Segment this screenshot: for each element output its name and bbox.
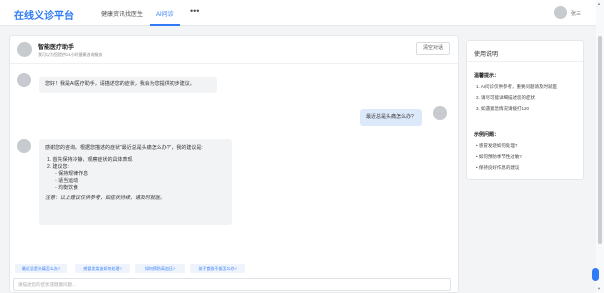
scrollbar-thumb[interactable] bbox=[598, 36, 602, 244]
quick-question-chip[interactable]: 如何预防高血压? bbox=[135, 264, 185, 273]
chat-header: 智能医疗助手 我可以为您提供24小时健康咨询服务 清空对话 bbox=[10, 36, 458, 64]
bot-reply-sublist: ◦ 保持规律作息 ◦ 适当运动 ◦ 均衡饮食 bbox=[45, 171, 226, 192]
bot-reply-message: 感谢您的咨询。根据您描述的症状"最近总是头痛怎么办?"，我的建议是: 1. 首先… bbox=[39, 139, 232, 225]
warm-tips-heading: 温馨提示： bbox=[474, 73, 500, 79]
bot-reply-subitem-text: 保持规律作息 bbox=[58, 171, 89, 177]
assistant-title: 智能医疗助手 bbox=[38, 45, 75, 51]
divider bbox=[467, 61, 583, 62]
user-avatar[interactable] bbox=[554, 6, 567, 19]
assistant-subtitle: 我可以为您提供24小时健康咨询服务 bbox=[38, 52, 103, 57]
bot-reply-subitem-text: 适当运动 bbox=[58, 178, 79, 184]
bot-reply-list: 1. 首先保持冷静，观察症状的具体表现 2. 建议您: bbox=[45, 157, 226, 171]
scroll-down-arrow-icon[interactable]: ▼ bbox=[597, 286, 601, 291]
bot-message-avatar bbox=[17, 139, 31, 153]
user-message-avatar bbox=[433, 106, 447, 120]
nav-item-find-doctor[interactable]: 找医生 bbox=[125, 9, 143, 18]
example-questions-heading: 示例问题： bbox=[474, 132, 500, 138]
example-question-item[interactable]: • 如何预防季节性过敏? bbox=[476, 154, 522, 160]
warm-tip-item: 2. 请尽可能详细描述您的症状 bbox=[476, 95, 536, 100]
bot-reply-subitem: ◦ 适当运动 bbox=[55, 178, 79, 184]
quick-question-chip[interactable]: 最近总是头痛怎么办? bbox=[15, 264, 67, 273]
scroll-up-arrow-icon[interactable]: ▲ bbox=[597, 1, 601, 6]
warm-tip-item: 1. AI问诊仅供参考，重要问题请及时就医 bbox=[476, 84, 558, 89]
bot-greeting-text: 您好！我是AI医疗助手，请描述您的症状，我会为您提供初步建议。 bbox=[45, 81, 195, 87]
quick-question-chip[interactable]: 孩子食欲不振怎么办? bbox=[190, 264, 245, 273]
bot-message-avatar bbox=[17, 73, 31, 87]
nav-item-health-news[interactable]: 健康资讯 bbox=[101, 9, 125, 18]
example-question-text: 保持良好作息的建议 bbox=[478, 165, 520, 170]
example-question-text: 感冒发烧如何处理? bbox=[478, 143, 518, 148]
more-menu-icon[interactable]: ••• bbox=[190, 6, 199, 16]
assistant-avatar bbox=[17, 42, 32, 57]
usage-guide-title: 使用说明 bbox=[474, 52, 499, 58]
bot-reply-subitem-text: 均衡饮食 bbox=[58, 185, 79, 191]
quick-question-chip[interactable]: 感冒发烧该如何处理? bbox=[75, 264, 130, 273]
bot-reply-subitem: ◦ 均衡饮食 bbox=[55, 185, 79, 191]
clear-chat-button[interactable]: 清空对话 bbox=[416, 42, 450, 55]
example-question-item[interactable]: • 感冒发烧如何处理? bbox=[476, 143, 517, 149]
brand-logo[interactable]: 在线义诊平台 bbox=[14, 7, 74, 22]
bot-greeting-message: 您好！我是AI医疗助手，请描述您的症状，我会为您提供初步建议。 bbox=[39, 77, 217, 93]
example-question-item[interactable]: • 保持良好作息的建议 bbox=[476, 165, 519, 171]
message-input[interactable]: 请描述您的症状或健康问题... bbox=[13, 278, 451, 291]
user-name[interactable]: 张三 bbox=[571, 10, 581, 17]
bot-reply-subitem: ◦ 保持规律作息 bbox=[55, 171, 89, 177]
bot-reply-intro: 感谢您的咨询。根据您描述的症状"最近总是头痛怎么办?"，我的建议是: bbox=[45, 145, 203, 151]
bot-reply-note: 注意：以上建议仅供参考，如症状持续，请及时就医。 bbox=[45, 195, 166, 201]
bot-reply-item: 2. 建议您: bbox=[47, 164, 69, 170]
usage-guide-panel: 使用说明 温馨提示： 1. AI问诊仅供参考，重要问题请及时就医 2. 请尽可能… bbox=[466, 40, 584, 180]
bot-reply-item: 1. 首先保持冷静，观察症状的具体表现 bbox=[47, 157, 133, 163]
user-question-text: 最近总是头痛怎么办? bbox=[366, 114, 414, 120]
example-question-text: 如何预防季节性过敏? bbox=[478, 154, 522, 159]
user-question-message: 最近总是头痛怎么办? bbox=[360, 109, 422, 126]
active-tab-indicator bbox=[150, 24, 180, 26]
warm-tip-item: 3. 如遇紧急情况请拨打120 bbox=[476, 106, 530, 111]
top-nav: 在线义诊平台 健康资讯 找医生 AI问诊 ••• 张三 bbox=[0, 0, 596, 26]
floating-assist-button[interactable] bbox=[592, 268, 599, 281]
nav-item-ai-consult[interactable]: AI问诊 bbox=[156, 9, 174, 18]
